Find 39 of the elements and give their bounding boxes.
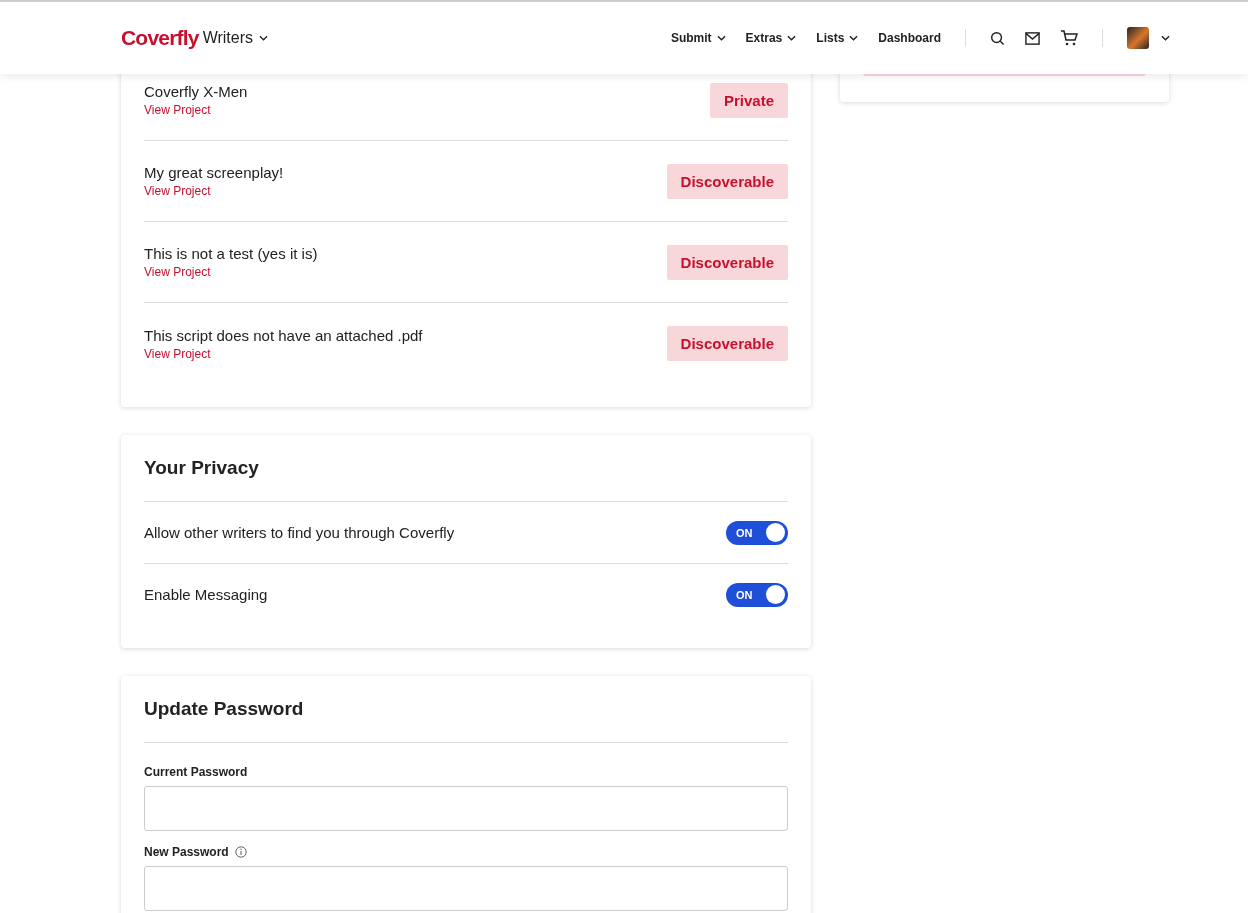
project-title: Coverfly X-Men [144,83,248,100]
visibility-button[interactable]: Discoverable [666,163,788,199]
chevron-down-icon [1161,35,1170,41]
visibility-button[interactable]: Discoverable [666,326,788,361]
chevron-down-icon [787,35,797,41]
view-project-link[interactable]: View Project [144,265,318,279]
password-field[interactable] [144,866,788,911]
toggle-switch[interactable]: ON [726,582,788,607]
visibility-button[interactable]: Private [709,82,788,118]
cart-icon[interactable] [1060,30,1078,46]
mail-icon[interactable] [1025,30,1040,46]
toggle-switch[interactable]: ON [726,520,788,545]
password-field[interactable] [144,786,788,831]
avatar-image [1127,27,1149,49]
nav-link[interactable]: Dashboard [878,31,941,45]
project-title: This is not a test (yes it is) [144,245,318,262]
field-label: New Password [144,845,229,859]
search-icon[interactable] [990,30,1005,46]
setting-label: Allow other writers to find you through Coverfly [144,524,455,541]
setting-label: Enable Messaging [144,586,268,603]
view-project-link[interactable]: View Project [144,103,248,117]
section-title: Update Password [144,676,788,743]
section-title: Your Privacy [144,435,788,502]
chevron-down-icon [716,35,726,41]
info-icon[interactable] [234,846,247,858]
nav-link[interactable]: Extras [745,31,797,45]
view-project-link[interactable]: View Project [144,184,284,198]
chevron-down-icon [259,35,268,41]
chevron-down-icon [849,35,859,41]
product-menu[interactable]: Writers [202,29,268,47]
project-title: My great screenplay! [144,164,284,181]
nav-link[interactable]: Lists [816,31,859,45]
logo[interactable]: Coverfly [121,26,199,50]
project-title: This script does not have an attached .pdf [144,326,423,344]
nav-link[interactable]: Submit [670,31,726,45]
view-project-link[interactable]: View Project [144,346,423,361]
visibility-button[interactable]: Discoverable [666,244,788,280]
account-menu[interactable] [1127,27,1170,49]
field-label: Current Password [144,765,248,779]
